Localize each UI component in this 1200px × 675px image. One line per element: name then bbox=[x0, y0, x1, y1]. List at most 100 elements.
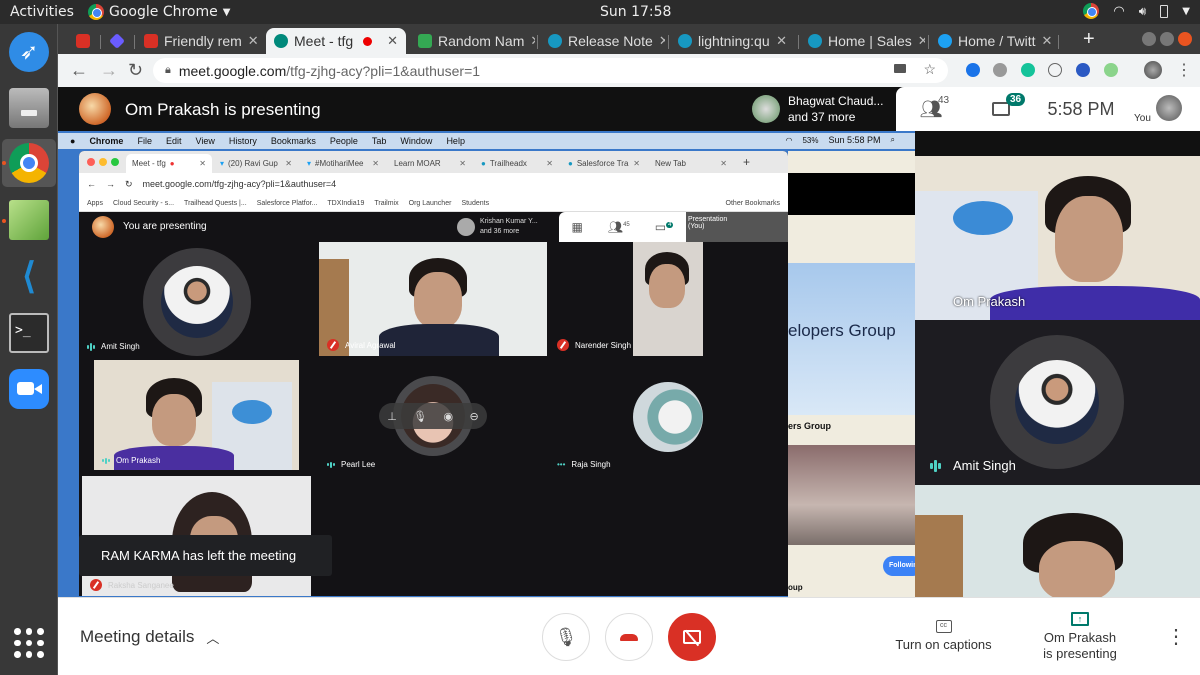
gmail-icon bbox=[144, 34, 158, 48]
shared-address-bar: ← → ↻ meet.google.com/tfg-zjhg-acy?pli=1&a… bbox=[79, 173, 788, 195]
participant-tile[interactable] bbox=[915, 485, 1200, 597]
close-icon[interactable]: ✕ bbox=[530, 33, 535, 49]
grammarly-icon[interactable] bbox=[1021, 63, 1035, 77]
speaking-icon bbox=[87, 342, 95, 351]
chrome-menu-icon[interactable]: ⋮ bbox=[1176, 60, 1192, 80]
presenting-button[interactable]: ↑ Om Prakash is presenting bbox=[1030, 612, 1130, 662]
self-view[interactable]: You bbox=[1126, 87, 1196, 131]
tile-hover-controls[interactable]: ⊥ 🎙︎ ◉ ⊖ bbox=[379, 403, 487, 429]
tab-lightning[interactable]: lightning:qu ✕ bbox=[670, 28, 795, 54]
tab-salesforce-home[interactable]: Home | Sales ✕ bbox=[800, 28, 925, 54]
close-icon[interactable]: ✕ bbox=[918, 33, 925, 49]
close-window-button[interactable] bbox=[1178, 32, 1192, 46]
running-indicator bbox=[2, 219, 6, 223]
text-editor-icon[interactable] bbox=[9, 200, 49, 240]
mic-icon: 🎙︎ bbox=[554, 626, 578, 647]
app-grid-icon[interactable] bbox=[14, 628, 44, 658]
meeting-details-button[interactable]: Meeting details ︿ bbox=[80, 627, 219, 647]
app-menu[interactable]: Google Chrome ▼ bbox=[88, 4, 230, 20]
browser-tab-strip: Friendly rem✕ Meet - tfg✕ Random Nam✕ Re… bbox=[58, 24, 1200, 54]
close-icon[interactable]: ✕ bbox=[1042, 33, 1053, 49]
captions-button[interactable]: cc Turn on captions bbox=[891, 612, 996, 653]
chrome-tray-icon[interactable] bbox=[1083, 3, 1100, 19]
mic-off-icon bbox=[90, 579, 102, 591]
lock-icon: 🔒︎ bbox=[165, 64, 171, 76]
shared-tab-strip: Meet - tfg ● ✕ ▾ (20) Ravi Gup ✕ ▾ #MotihariM… bbox=[79, 151, 788, 173]
salesforce-icon bbox=[678, 34, 692, 48]
close-icon[interactable]: ✕ bbox=[659, 33, 665, 49]
gmail-icon bbox=[76, 34, 90, 48]
extension-icon[interactable] bbox=[1076, 63, 1090, 77]
close-icon[interactable]: ✕ bbox=[776, 33, 787, 49]
slide-heading: elopers Group bbox=[788, 321, 896, 340]
profile-avatar[interactable] bbox=[1144, 61, 1162, 79]
tab-friendly-reminder[interactable]: Friendly rem ✕ bbox=[136, 28, 261, 54]
participant-name: Om Prakash bbox=[953, 294, 1026, 309]
close-icon[interactable]: ✕ bbox=[248, 33, 259, 49]
camera-off-button[interactable] bbox=[668, 613, 716, 661]
system-clock[interactable]: Sun 17:58 bbox=[600, 4, 671, 20]
shared-meet-header: You are presenting Krishan Kumar Y... and… bbox=[79, 212, 788, 242]
more-options-button[interactable]: ⋮ bbox=[1166, 624, 1186, 649]
os-top-bar: Activities Google Chrome ▼ Sun 17:58 ◠ 🔊︎… bbox=[0, 0, 1200, 24]
tab-random-name[interactable]: Random Nam✕ bbox=[410, 28, 535, 54]
maximize-button[interactable] bbox=[1160, 32, 1174, 46]
running-indicator bbox=[2, 161, 6, 165]
activities-button[interactable]: Activities bbox=[10, 4, 74, 20]
shared-tab: New Tab ✕ bbox=[655, 159, 727, 168]
participant-tile: Amit Singh bbox=[79, 242, 317, 356]
participant-tile: ••• Raja Singh bbox=[549, 356, 788, 474]
leave-call-button[interactable] bbox=[605, 613, 653, 661]
bookmark-star-icon[interactable]: ☆ bbox=[923, 61, 936, 78]
slide-footer: oup bbox=[788, 583, 803, 592]
eye-icon[interactable]: ◉ bbox=[444, 410, 454, 423]
chat-button[interactable]: 36 bbox=[966, 87, 1036, 131]
cloud-icon[interactable] bbox=[1048, 63, 1062, 77]
mic-icon[interactable]: 🎙︎ bbox=[413, 410, 427, 423]
reload-button[interactable]: ↻ bbox=[128, 60, 143, 81]
vscode-icon[interactable]: ⟨ bbox=[9, 256, 49, 296]
terminal-icon[interactable]: >_ bbox=[9, 313, 49, 353]
back-button[interactable]: ← bbox=[70, 60, 88, 81]
participant-tile-amit-singh[interactable]: Amit Singh bbox=[915, 320, 1200, 485]
search-icon: ⌕ bbox=[890, 135, 895, 144]
tab-gem[interactable] bbox=[102, 28, 132, 54]
tab-twitter[interactable]: Home / Twitt ✕ bbox=[930, 28, 1055, 54]
forward-button[interactable]: → bbox=[100, 60, 118, 81]
tab-release-notes[interactable]: Release Note ✕ bbox=[540, 28, 665, 54]
mic-button[interactable]: 🎙︎ bbox=[542, 613, 590, 661]
speaking-icon bbox=[327, 461, 335, 468]
address-bar[interactable]: 🔒︎ meet.google.com/tfg-zjhg-acy?pli=1&au… bbox=[153, 58, 948, 83]
participant-tile: Om Prakash bbox=[94, 360, 299, 470]
shared-tab: Meet - tfg ● ✕ bbox=[126, 154, 212, 173]
tab-gmail[interactable] bbox=[68, 28, 98, 54]
salesforce-icon bbox=[548, 34, 562, 48]
new-tab-button[interactable]: + bbox=[1083, 28, 1095, 51]
zoom-icon[interactable] bbox=[9, 369, 49, 409]
participant-tile: Narender Singh bbox=[549, 242, 788, 356]
speaker-avatar bbox=[752, 95, 780, 123]
participants-button[interactable]: 👥︎ 43 bbox=[896, 87, 966, 131]
system-tray[interactable]: ◠ 🔊︎ ▼ bbox=[1083, 3, 1190, 19]
chrome-icon bbox=[88, 4, 104, 20]
participant-tile-om-prakash[interactable]: Om Prakash bbox=[915, 156, 1200, 320]
tab-meet[interactable]: Meet - tfg ✕ bbox=[266, 28, 406, 54]
presenter-avatar bbox=[79, 93, 111, 125]
camera-icon[interactable] bbox=[894, 64, 906, 73]
pin-icon[interactable]: ⊥ bbox=[387, 410, 397, 423]
chrome-icon[interactable] bbox=[9, 143, 49, 183]
active-speaker-chip[interactable]: Bhagwat Chaud... and 37 more bbox=[745, 87, 897, 131]
mic-off-icon bbox=[557, 339, 569, 351]
remove-icon[interactable]: ⊖ bbox=[470, 410, 479, 423]
file-cabinet-icon[interactable] bbox=[9, 88, 49, 128]
extension-icon[interactable] bbox=[993, 63, 1007, 77]
extension-icon[interactable] bbox=[1104, 63, 1118, 77]
salesforce-icon bbox=[808, 34, 822, 48]
dingtalk-icon[interactable]: ➶ bbox=[9, 32, 49, 72]
extension-icon[interactable] bbox=[966, 63, 980, 77]
shared-browser-window: Meet - tfg ● ✕ ▾ (20) Ravi Gup ✕ ▾ #MotihariM… bbox=[79, 151, 788, 596]
app-name: Google Chrome bbox=[109, 4, 218, 20]
minimize-button[interactable] bbox=[1142, 32, 1156, 46]
close-icon[interactable]: ✕ bbox=[387, 33, 398, 49]
meet-header: Om Prakash is presenting Bhagwat Chaud..… bbox=[58, 87, 1200, 131]
